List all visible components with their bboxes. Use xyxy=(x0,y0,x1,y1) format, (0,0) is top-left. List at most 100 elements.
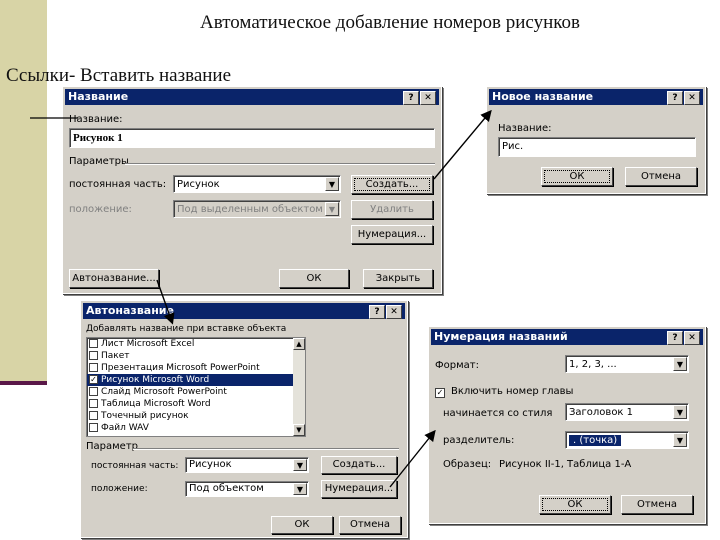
cancel-button[interactable]: Отмена xyxy=(339,516,401,534)
close-button[interactable]: Закрыть xyxy=(363,269,433,288)
auto-position-select[interactable]: Под объектом ▼ xyxy=(185,481,309,497)
ok-button[interactable]: ОК xyxy=(539,495,611,514)
autocaption-dialog-title: Автоназвание xyxy=(86,304,174,317)
ok-button[interactable]: ОК xyxy=(541,167,613,186)
separator-select-value: . (точка) xyxy=(569,435,622,446)
object-list[interactable]: Лист Microsoft Excel Пакет Презентация Mic… xyxy=(86,337,306,437)
ok-button[interactable]: ОК xyxy=(271,516,333,534)
style-select[interactable]: Заголовок 1 ▼ xyxy=(565,403,689,421)
format-select[interactable]: 1, 2, 3, ... ▼ xyxy=(565,355,689,373)
help-button[interactable]: ? xyxy=(369,305,385,319)
ok-button[interactable]: ОК xyxy=(279,269,349,288)
chevron-down-icon[interactable]: ▼ xyxy=(293,483,307,495)
chapter-checkbox[interactable]: ✓ xyxy=(435,388,445,398)
scroll-down-icon[interactable]: ▼ xyxy=(293,424,305,436)
list-scrollbar[interactable]: ▲ ▼ xyxy=(293,338,305,436)
list-item-label: Лист Microsoft Excel xyxy=(101,339,195,349)
list-item[interactable]: Пакет xyxy=(87,350,305,362)
param-group-line xyxy=(133,448,399,450)
chapter-checkbox-label[interactable]: Включить номер главы xyxy=(451,386,573,397)
close-icon[interactable]: ✕ xyxy=(684,91,700,105)
list-item-checkbox[interactable] xyxy=(89,351,98,360)
style-label: начинается со стиля xyxy=(443,408,553,419)
example-value: Рисунок II-1, Таблица 1-А xyxy=(499,459,632,470)
cancel-button[interactable]: Отмена xyxy=(621,495,693,514)
new-label-dialog-title: Новое название xyxy=(492,90,594,103)
format-select-value: 1, 2, 3, ... xyxy=(569,359,617,370)
position-select[interactable]: Под выделенным объектом ▼ xyxy=(173,200,341,218)
close-icon[interactable]: ✕ xyxy=(684,331,700,345)
list-item-label: Презентация Microsoft PowerPoint xyxy=(101,363,260,373)
format-label: Формат: xyxy=(435,360,479,371)
slide-accent-line xyxy=(0,381,47,385)
close-icon[interactable]: ✕ xyxy=(386,305,402,319)
list-item-checkbox[interactable] xyxy=(89,387,98,396)
caption-dialog: Название ? ✕ Название: Рисунок 1 Парамет… xyxy=(62,86,442,294)
caption-input[interactable]: Рисунок 1 xyxy=(69,128,435,148)
slide-note: Ссылки- Вставить название xyxy=(6,65,232,86)
separator-select[interactable]: . (точка) ▼ xyxy=(565,431,689,449)
autocaption-button[interactable]: Автоназвание... xyxy=(69,269,159,288)
separator-label: разделитель: xyxy=(443,435,515,446)
param-group-label: Параметр xyxy=(86,441,138,452)
arrow-to-new-label xyxy=(433,109,492,180)
position-label: положение: xyxy=(69,204,132,215)
auto-label-label: постоянная часть: xyxy=(91,461,179,471)
new-label-dialog: Новое название ? ✕ Название: Рис. ОК Отм… xyxy=(486,86,706,194)
slide-side-bar xyxy=(0,0,47,385)
list-item-label: Файл WAV xyxy=(101,423,149,433)
chevron-down-icon[interactable]: ▼ xyxy=(325,177,339,191)
new-label-input[interactable]: Рис. xyxy=(498,137,696,157)
chevron-down-icon[interactable]: ▼ xyxy=(673,357,687,371)
help-button[interactable]: ? xyxy=(667,91,683,105)
list-item[interactable]: Презентация Microsoft PowerPoint xyxy=(87,362,305,374)
list-item[interactable]: Слайд Microsoft PowerPoint xyxy=(87,386,305,398)
list-item-label: Точечный рисунок xyxy=(101,411,189,421)
list-item-checkbox[interactable] xyxy=(89,363,98,372)
new-label-dialog-titlebar[interactable]: Новое название ? ✕ xyxy=(489,89,703,105)
help-button[interactable]: ? xyxy=(403,91,419,105)
autocaption-dialog: Автоназвание ? ✕ Добавлять название при … xyxy=(80,300,408,538)
label-label: постоянная часть: xyxy=(69,179,167,190)
numbering-dialog: Нумерация названий ? ✕ Формат: 1, 2, 3, … xyxy=(428,326,706,524)
auto-label-select-value: Рисунок xyxy=(189,459,232,470)
numbering-button[interactable]: Нумерация... xyxy=(351,225,433,244)
auto-new-button[interactable]: Создать... xyxy=(321,456,397,474)
list-item-checkbox[interactable] xyxy=(89,423,98,432)
params-group-label: Параметры xyxy=(69,156,129,167)
auto-position-label: положение: xyxy=(91,484,148,494)
style-select-value: Заголовок 1 xyxy=(569,407,634,418)
chevron-down-icon[interactable]: ▼ xyxy=(673,433,687,447)
list-item[interactable]: Точечный рисунок xyxy=(87,410,305,422)
list-item-checkbox[interactable] xyxy=(89,339,98,348)
chevron-down-icon[interactable]: ▼ xyxy=(325,202,339,216)
help-button[interactable]: ? xyxy=(667,331,683,345)
cancel-button[interactable]: Отмена xyxy=(625,167,697,186)
list-item-label: Слайд Microsoft PowerPoint xyxy=(101,387,227,397)
label-select[interactable]: Рисунок ▼ xyxy=(173,175,341,193)
close-icon[interactable]: ✕ xyxy=(420,91,436,105)
new-label-label: Название: xyxy=(498,123,552,134)
chevron-down-icon[interactable]: ▼ xyxy=(673,405,687,419)
label-select-value: Рисунок xyxy=(177,179,220,190)
autocaption-dialog-titlebar[interactable]: Автоназвание ? ✕ xyxy=(83,303,405,319)
chevron-down-icon[interactable]: ▼ xyxy=(293,459,307,471)
list-item-checkbox[interactable] xyxy=(89,411,98,420)
list-item-checkbox[interactable] xyxy=(89,399,98,408)
list-item[interactable]: Лист Microsoft Excel xyxy=(87,338,305,350)
auto-label-select[interactable]: Рисунок ▼ xyxy=(185,457,309,473)
list-item[interactable]: ✓ Рисунок Microsoft Word xyxy=(87,374,305,386)
example-label: Образец: xyxy=(443,459,492,470)
list-item-checkbox[interactable]: ✓ xyxy=(89,375,98,384)
list-item[interactable]: Таблица Microsoft Word xyxy=(87,398,305,410)
caption-label: Название: xyxy=(69,114,123,125)
new-label-button[interactable]: Создать... xyxy=(351,175,433,194)
slide-title: Автоматическое добавление номеров рисунк… xyxy=(200,12,580,33)
caption-dialog-titlebar[interactable]: Название ? ✕ xyxy=(65,89,439,105)
scroll-up-icon[interactable]: ▲ xyxy=(293,338,305,350)
numbering-dialog-titlebar[interactable]: Нумерация названий ? ✕ xyxy=(431,329,703,345)
delete-label-button[interactable]: Удалить xyxy=(351,200,433,219)
list-item[interactable]: Файл WAV xyxy=(87,422,305,434)
list-item-label: Таблица Microsoft Word xyxy=(101,399,211,409)
auto-numbering-button[interactable]: Нумерация... xyxy=(321,480,397,498)
